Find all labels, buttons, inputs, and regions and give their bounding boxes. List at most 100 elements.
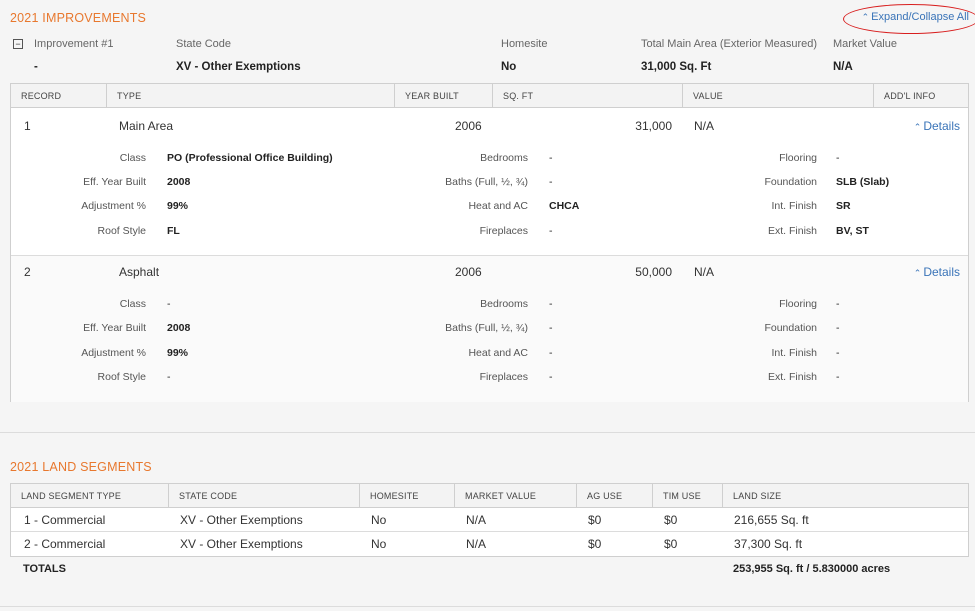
record-2-int-value: - <box>836 347 840 359</box>
record-2-heat-value: - <box>549 347 553 359</box>
record-2-adj-value: 99% <box>167 347 189 359</box>
summary-value-market-value: N/A <box>833 61 853 73</box>
land-row-2-tim-use: $0 <box>664 537 678 551</box>
double-chevron-up-icon: ⌃ <box>913 122 922 132</box>
record-2-value: N/A <box>694 265 715 279</box>
record-2-ext-value: - <box>836 371 840 383</box>
record-1-bed-value: - <box>549 152 553 164</box>
expand-collapse-label: Expand/Collapse All <box>871 11 969 23</box>
record-2-sqft: 50,000 <box>635 265 672 279</box>
record-1-ext-value: BV, ST <box>836 225 869 237</box>
record-1-adj-value: 99% <box>167 200 189 212</box>
record-2-bath-label: Baths (Full, ½, ¾) <box>445 322 528 334</box>
col-land-ag-use: AG USE <box>577 484 653 508</box>
col-addl-info: ADD'L INFO <box>884 91 936 101</box>
summary-label-improvement: Improvement #1 <box>34 38 114 50</box>
col-land-segment-type: LAND SEGMENT TYPE <box>11 484 169 508</box>
record-2-floor-value: - <box>836 298 840 310</box>
land-row-2-type: 2 - Commercial <box>24 537 106 551</box>
record-2-eff-label: Eff. Year Built <box>83 322 146 334</box>
record-2-bath-value: - <box>549 322 553 334</box>
col-record: RECORD <box>11 84 107 108</box>
land-row-2-size: 37,300 Sq. ft <box>734 537 803 551</box>
land-row-1-type: 1 - Commercial <box>24 513 106 527</box>
land-row-1-tim-use: $0 <box>664 513 678 527</box>
record-2-heat-label: Heat and AC <box>468 347 528 359</box>
record-2-details-link[interactable]: ⌃ Details <box>914 265 960 279</box>
summary-label-homesite: Homesite <box>501 38 548 50</box>
record-1-bath-value: - <box>549 176 553 188</box>
record-1-roof-value: FL <box>167 225 180 237</box>
record-1-bath-label: Baths (Full, ½, ¾) <box>445 176 528 188</box>
improvements-title: 2021 IMPROVEMENTS <box>10 11 147 25</box>
record-1-heat-label: Heat and AC <box>468 200 528 212</box>
record-1-type: Main Area <box>119 119 174 133</box>
details-label: Details <box>923 119 960 133</box>
record-1-floor-label: Flooring <box>779 152 817 164</box>
record-1-int-value: SR <box>836 200 851 212</box>
col-land-homesite: HOMESITE <box>360 484 455 508</box>
record-2-adj-label: Adjustment % <box>81 347 146 359</box>
col-sqft: SQ. FT <box>493 84 683 108</box>
record-2-type: Asphalt <box>119 265 160 279</box>
land-row-2-homesite: No <box>371 537 387 551</box>
record-2-found-value: - <box>836 322 840 334</box>
land-row-1-ag-use: $0 <box>588 513 602 527</box>
record-1-bed-label: Bedrooms <box>480 152 528 164</box>
record-2-ext-label: Ext. Finish <box>767 371 817 383</box>
details-label: Details <box>923 265 960 279</box>
record-2-class-value: - <box>167 298 171 310</box>
record-2-eff-value: 2008 <box>167 322 191 334</box>
record-2-class-label: Class <box>119 298 146 310</box>
land-row-1-market-value: N/A <box>466 513 487 527</box>
record-1-ext-label: Ext. Finish <box>767 225 817 237</box>
improvements-table: RECORD TYPE YEAR BUILT SQ. FT VALUE ADD'… <box>10 83 969 402</box>
record-1-year-built: 2006 <box>455 119 482 133</box>
record-2-floor-label: Flooring <box>779 298 817 310</box>
record-2-bed-value: - <box>549 298 553 310</box>
table-row: 1 - Commercial XV - Other Exemptions No … <box>11 508 968 532</box>
record-2-int-label: Int. Finish <box>771 347 817 359</box>
record-1-fire-value: - <box>549 225 553 237</box>
expand-collapse-all-link[interactable]: ⌃ Expand/Collapse All <box>862 11 969 23</box>
record-2-fire-label: Fireplaces <box>479 371 528 383</box>
record-1-fire-label: Fireplaces <box>479 225 528 237</box>
record-2-roof-label: Roof Style <box>97 371 146 383</box>
summary-value-improvement: - <box>34 61 38 73</box>
record-1-details-link[interactable]: ⌃ Details <box>914 119 960 133</box>
double-chevron-up-icon: ⌃ <box>913 268 922 278</box>
record-2-fire-value: - <box>549 371 553 383</box>
summary-value-total-main-area: 31,000 Sq. Ft <box>641 61 712 73</box>
land-row-1-homesite: No <box>371 513 387 527</box>
record-1-class-value: PO (Professional Office Building) <box>167 152 333 164</box>
land-row-1-size: 216,655 Sq. ft <box>734 513 809 527</box>
col-type: TYPE <box>107 84 395 108</box>
record-2-found-label: Foundation <box>764 322 817 334</box>
summary-value-state-code: XV - Other Exemptions <box>176 61 301 73</box>
record-2-bed-label: Bedrooms <box>480 298 528 310</box>
record-1-sqft: 31,000 <box>635 119 672 133</box>
record-1-adj-label: Adjustment % <box>81 200 146 212</box>
summary-label-state-code: State Code <box>176 38 232 50</box>
col-year-built: YEAR BUILT <box>395 84 493 108</box>
record-2-year-built: 2006 <box>455 265 482 279</box>
record-1-floor-value: - <box>836 152 840 164</box>
collapse-minus-icon[interactable]: − <box>13 39 23 49</box>
totals-value: 253,955 Sq. ft / 5.830000 acres <box>733 563 891 575</box>
land-row-1-state-code: XV - Other Exemptions <box>180 513 303 527</box>
property-details-page: 2021 IMPROVEMENTS ⌃ Expand/Collapse All −… <box>0 0 975 611</box>
col-land-tim-use: TIM USE <box>653 484 723 508</box>
record-2-number: 2 <box>24 265 31 279</box>
double-chevron-up-icon: ⌃ <box>861 12 870 22</box>
col-land-size: LAND SIZE <box>733 491 782 501</box>
record-2-roof-value: - <box>167 371 171 383</box>
record-1-found-value: SLB (Slab) <box>836 176 890 188</box>
record-1-found-label: Foundation <box>764 176 817 188</box>
bottom-divider <box>0 606 975 607</box>
table-row: 2 - Commercial XV - Other Exemptions No … <box>11 532 968 556</box>
col-land-state-code: STATE CODE <box>169 484 360 508</box>
record-1-eff-label: Eff. Year Built <box>83 176 146 188</box>
land-segments-title: 2021 LAND SEGMENTS <box>10 460 152 474</box>
land-row-2-state-code: XV - Other Exemptions <box>180 537 303 551</box>
record-1-number: 1 <box>24 119 31 133</box>
